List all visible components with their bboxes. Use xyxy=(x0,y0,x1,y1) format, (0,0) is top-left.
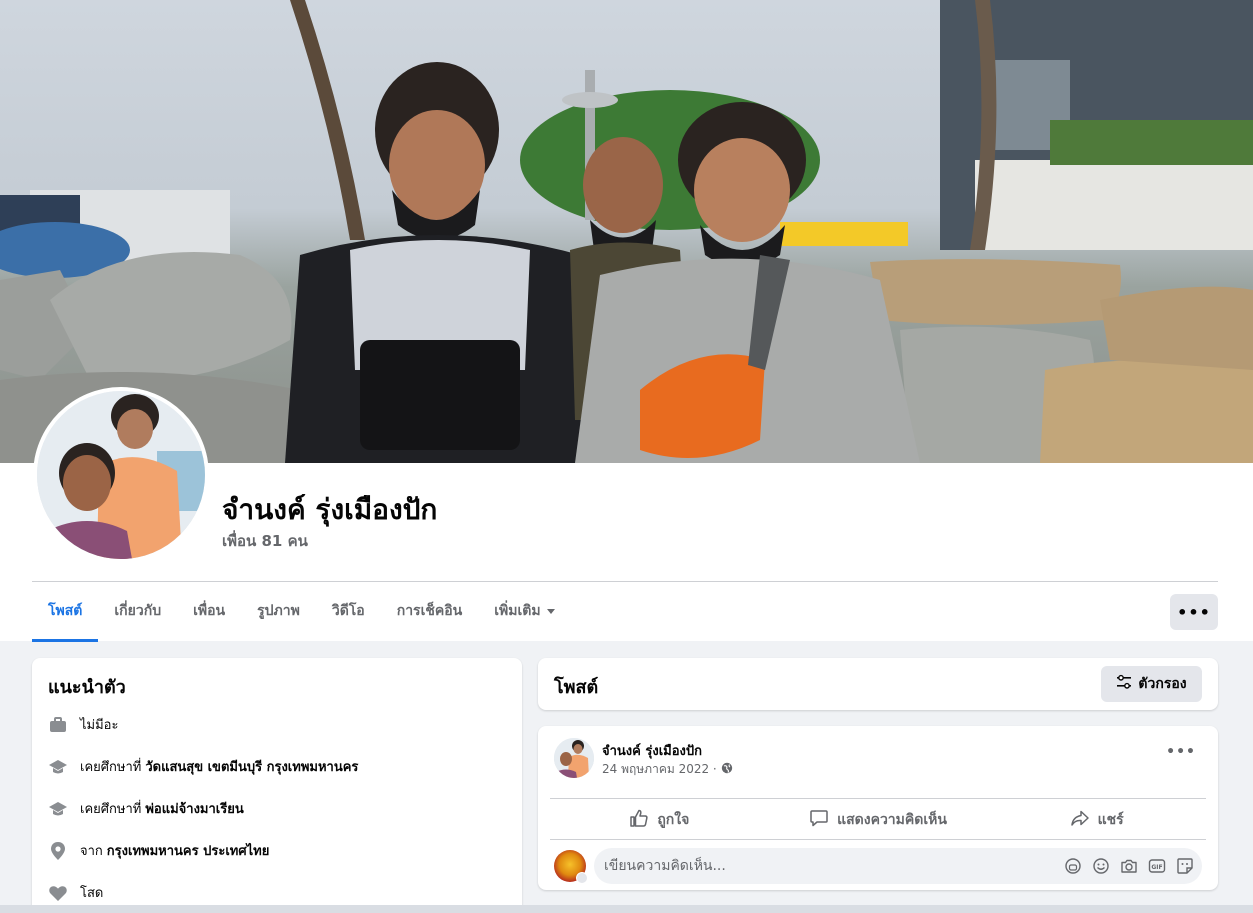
intro-work: ไม่มีอะ xyxy=(48,714,118,735)
graduation-cap-icon xyxy=(48,757,68,777)
more-dots-icon: ••• xyxy=(1177,602,1211,622)
post-options-button[interactable]: ••• xyxy=(1166,744,1196,760)
intro-education-2-place[interactable]: พ่อแม่จ้างมาเรียน xyxy=(145,798,243,819)
intro-from: จาก กรุงเทพมหานคร ประเทศไทย xyxy=(48,840,269,861)
tab-friends[interactable]: เพื่อน xyxy=(177,582,241,642)
thumbs-up-icon xyxy=(629,808,649,832)
intro-education-2-prefix: เคยศึกษาที่ xyxy=(80,802,142,817)
avatar-sticker-icon[interactable] xyxy=(1064,857,1082,875)
like-button[interactable]: ถูกใจ xyxy=(550,800,769,840)
tab-posts[interactable]: โพสต์ xyxy=(32,582,99,642)
profile-name: จำนงค์ รุ่งเมืองปัก xyxy=(222,493,438,526)
posts-title: โพสต์ xyxy=(554,677,599,698)
posts-header-card: โพสต์ ตัวกรอง xyxy=(538,658,1218,710)
tab-videos[interactable]: วิดีโอ xyxy=(316,582,381,642)
post-date-text[interactable]: 24 พฤษภาคม 2022 · xyxy=(602,760,717,779)
comment-input[interactable]: เขียนความคิดเห็น... GIF xyxy=(594,848,1202,884)
post-actions: ถูกใจ แสดงความคิดเห็น แชร์ xyxy=(550,800,1206,840)
tab-more[interactable]: เพิ่มเติม xyxy=(478,582,570,642)
comment-tools: GIF xyxy=(1064,848,1194,884)
intro-from-place[interactable]: กรุงเทพมหานคร ประเทศไทย xyxy=(107,840,270,861)
emoji-icon[interactable] xyxy=(1092,857,1110,875)
post-divider-2 xyxy=(550,839,1206,840)
gif-icon[interactable]: GIF xyxy=(1148,857,1166,875)
post-avatar-illustration xyxy=(554,738,594,778)
cover-photo-illustration xyxy=(0,0,1253,463)
post-divider xyxy=(550,798,1206,799)
profile-tabs: โพสต์ เกี่ยวกับ เพื่อน รูปภาพ วิดีโอ การ… xyxy=(32,582,571,642)
share-label: แชร์ xyxy=(1097,812,1124,828)
comment-button[interactable]: แสดงความคิดเห็น xyxy=(769,800,988,840)
chevron-down-icon xyxy=(546,608,555,614)
intro-education-1-place[interactable]: วัดแสนสุข เขตมีนบุรี กรุงเทพมหานคร xyxy=(145,756,358,777)
profile-avatar[interactable] xyxy=(33,387,209,563)
camera-icon[interactable] xyxy=(1120,857,1138,875)
intro-education-1-prefix: เคยศึกษาที่ xyxy=(80,760,142,775)
svg-text:GIF: GIF xyxy=(1151,864,1162,871)
filter-label: ตัวกรอง xyxy=(1138,676,1187,692)
intro-relationship-text: โสด xyxy=(80,886,104,901)
profile-avatar-illustration xyxy=(37,391,205,559)
tab-photos[interactable]: รูปภาพ xyxy=(241,582,316,642)
tab-checkins[interactable]: การเช็คอิน xyxy=(381,582,479,642)
share-arrow-icon xyxy=(1070,808,1090,832)
sticker-icon[interactable] xyxy=(1176,857,1194,875)
post-author-name[interactable]: จำนงค์ รุ่งเมืองปัก xyxy=(602,740,702,761)
cover-photo[interactable] xyxy=(0,0,1253,463)
intro-education-2: เคยศึกษาที่ พ่อแม่จ้างมาเรียน xyxy=(48,798,244,819)
intro-title: แนะนำตัว xyxy=(48,677,126,698)
intro-education-1: เคยศึกษาที่ วัดแสนสุข เขตมีนบุรี กรุงเทพ… xyxy=(48,756,358,777)
comment-label: แสดงความคิดเห็น xyxy=(837,812,947,828)
location-pin-icon xyxy=(48,841,68,861)
post-author-avatar[interactable] xyxy=(554,738,594,778)
briefcase-icon xyxy=(48,715,68,735)
filter-sliders-icon xyxy=(1116,674,1132,694)
comment-bubble-icon xyxy=(809,808,829,832)
friends-count[interactable]: เพื่อน 81 คน xyxy=(222,529,308,553)
graduation-cap-icon xyxy=(48,799,68,819)
post-card: จำนงค์ รุ่งเมืองปัก 24 พฤษภาคม 2022 · ••… xyxy=(538,726,1218,890)
tab-about[interactable]: เกี่ยวกับ xyxy=(98,582,177,642)
comment-placeholder: เขียนความคิดเห็น... xyxy=(604,858,726,874)
like-label: ถูกใจ xyxy=(657,812,690,828)
heart-icon xyxy=(48,883,68,903)
chevron-down-icon xyxy=(576,872,588,884)
profile-more-button[interactable]: ••• xyxy=(1170,594,1218,630)
current-user-avatar[interactable] xyxy=(554,850,588,884)
intro-work-text: ไม่มีอะ xyxy=(80,718,119,733)
taskbar-edge xyxy=(0,905,1253,913)
post-date: 24 พฤษภาคม 2022 · xyxy=(602,760,733,779)
intro-card: แนะนำตัว ไม่มีอะ เคยศึกษาที่ วัดแสนสุข เ… xyxy=(32,658,522,913)
share-button[interactable]: แชร์ xyxy=(987,800,1206,840)
intro-from-prefix: จาก xyxy=(80,844,103,859)
globe-icon xyxy=(721,762,733,777)
intro-relationship: โสด xyxy=(48,882,103,903)
filter-button[interactable]: ตัวกรอง xyxy=(1101,666,1202,702)
tab-more-label: เพิ่มเติม xyxy=(494,603,541,619)
